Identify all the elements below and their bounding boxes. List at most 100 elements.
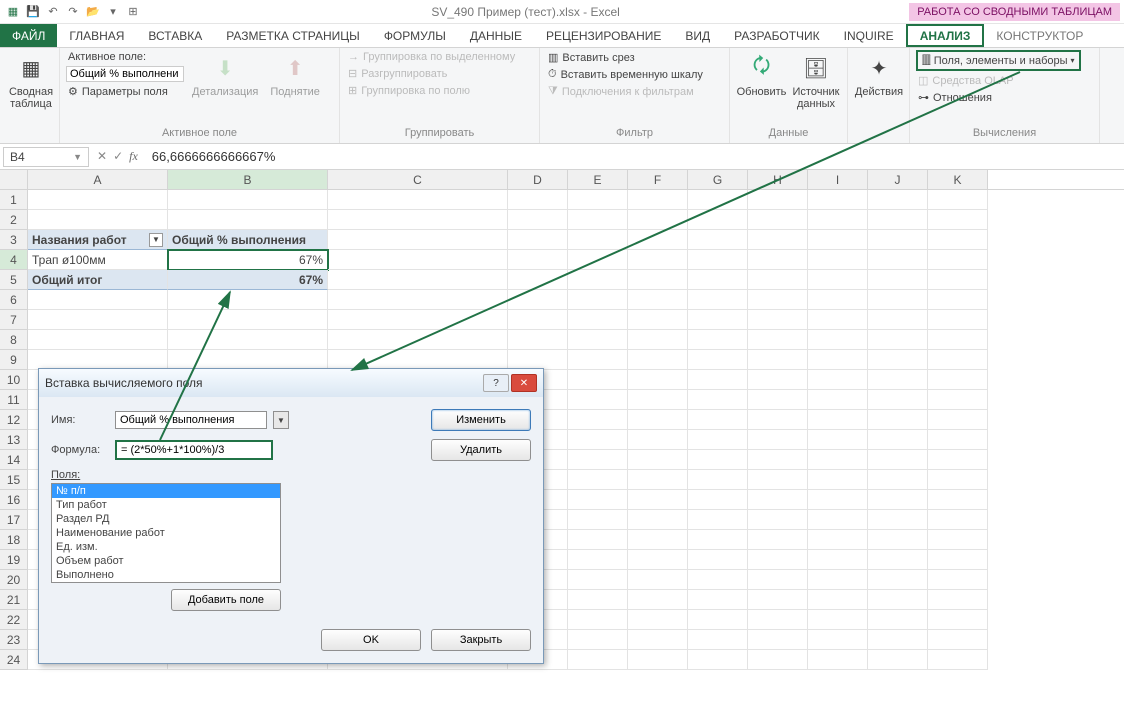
cell[interactable] xyxy=(808,630,868,650)
cell[interactable] xyxy=(568,510,628,530)
cell[interactable] xyxy=(748,410,808,430)
cell[interactable] xyxy=(748,550,808,570)
cell[interactable] xyxy=(568,190,628,210)
insert-timeline-button[interactable]: ⏱Вставить временную шкалу xyxy=(546,67,705,82)
tab-data[interactable]: ДАННЫЕ xyxy=(458,24,534,47)
cell[interactable] xyxy=(568,270,628,290)
cell[interactable] xyxy=(868,530,928,550)
undo-icon[interactable]: ↶ xyxy=(44,3,62,21)
cell[interactable] xyxy=(868,450,928,470)
row-header[interactable]: 22 xyxy=(0,610,28,630)
cell[interactable] xyxy=(748,210,808,230)
cell[interactable] xyxy=(868,550,928,570)
more-icon[interactable]: ▾ xyxy=(104,3,122,21)
cell[interactable] xyxy=(748,310,808,330)
cell[interactable] xyxy=(748,610,808,630)
fields-list[interactable]: № п/пТип работРаздел РДНаименование рабо… xyxy=(51,483,281,583)
cell[interactable] xyxy=(568,390,628,410)
cell[interactable] xyxy=(568,470,628,490)
help-button[interactable]: ? xyxy=(483,374,509,392)
col-header[interactable]: D xyxy=(508,170,568,189)
list-item[interactable]: № п/п xyxy=(52,484,280,498)
cell[interactable] xyxy=(868,230,928,250)
name-dropdown-icon[interactable]: ▼ xyxy=(273,411,289,429)
cell[interactable] xyxy=(748,250,808,270)
cell[interactable] xyxy=(748,650,808,670)
cell[interactable] xyxy=(928,490,988,510)
cell[interactable] xyxy=(568,630,628,650)
change-button[interactable]: Изменить xyxy=(431,409,531,431)
close-dialog-button[interactable]: Закрыть xyxy=(431,629,531,651)
cell[interactable] xyxy=(868,210,928,230)
cell[interactable] xyxy=(748,570,808,590)
row-header[interactable]: 15 xyxy=(0,470,28,490)
row-header[interactable]: 20 xyxy=(0,570,28,590)
cell[interactable] xyxy=(568,410,628,430)
cell[interactable] xyxy=(868,410,928,430)
row-header[interactable]: 5 xyxy=(0,270,28,290)
cell[interactable] xyxy=(28,210,168,230)
cell[interactable] xyxy=(868,590,928,610)
cell[interactable] xyxy=(628,470,688,490)
cell[interactable] xyxy=(568,490,628,510)
cell[interactable] xyxy=(868,370,928,390)
cell[interactable] xyxy=(748,190,808,210)
name-box[interactable]: B4▼ xyxy=(3,147,89,167)
fields-items-sets-button[interactable]: 🀫Поля, элементы и наборы▾ xyxy=(916,50,1081,71)
cell[interactable] xyxy=(628,550,688,570)
row-header[interactable]: 2 xyxy=(0,210,28,230)
list-item[interactable]: Тип работ xyxy=(52,498,280,512)
cell[interactable] xyxy=(808,650,868,670)
cell[interactable] xyxy=(808,610,868,630)
cell[interactable] xyxy=(928,310,988,330)
cell[interactable] xyxy=(28,330,168,350)
cell[interactable] xyxy=(808,410,868,430)
add-field-button[interactable]: Добавить поле xyxy=(171,589,281,611)
cell[interactable] xyxy=(328,190,508,210)
cell[interactable] xyxy=(928,430,988,450)
tab-analyze[interactable]: АНАЛИЗ xyxy=(906,24,985,47)
cell[interactable] xyxy=(328,210,508,230)
row-header[interactable]: 9 xyxy=(0,350,28,370)
cell[interactable] xyxy=(928,270,988,290)
cell[interactable] xyxy=(928,330,988,350)
tab-review[interactable]: РЕЦЕНЗИРОВАНИЕ xyxy=(534,24,673,47)
list-item[interactable]: Ед. изм. xyxy=(52,540,280,554)
cell[interactable] xyxy=(748,530,808,550)
cell[interactable] xyxy=(688,490,748,510)
refresh-button[interactable]: 🗘 Обновить xyxy=(736,50,787,100)
tab-file[interactable]: ФАЙЛ xyxy=(0,24,57,47)
cell[interactable] xyxy=(508,270,568,290)
close-button[interactable]: ✕ xyxy=(511,374,537,392)
cell[interactable]: 67% xyxy=(168,270,328,290)
col-header[interactable]: G xyxy=(688,170,748,189)
cell[interactable] xyxy=(748,290,808,310)
cell[interactable]: Общий итог xyxy=(28,270,168,290)
cell[interactable] xyxy=(688,510,748,530)
row-header[interactable]: 23 xyxy=(0,630,28,650)
row-header[interactable]: 12 xyxy=(0,410,28,430)
cell[interactable] xyxy=(688,330,748,350)
cell[interactable] xyxy=(868,430,928,450)
cell[interactable] xyxy=(568,370,628,390)
cell[interactable] xyxy=(868,310,928,330)
cell[interactable] xyxy=(808,230,868,250)
col-header[interactable]: E xyxy=(568,170,628,189)
cell[interactable] xyxy=(628,570,688,590)
cell[interactable] xyxy=(328,270,508,290)
cell[interactable] xyxy=(168,350,328,370)
cell[interactable] xyxy=(628,390,688,410)
cell[interactable] xyxy=(628,510,688,530)
cell[interactable] xyxy=(568,210,628,230)
cell[interactable] xyxy=(688,190,748,210)
cell[interactable] xyxy=(628,190,688,210)
cell[interactable] xyxy=(628,450,688,470)
cell[interactable] xyxy=(508,190,568,210)
cell[interactable] xyxy=(808,550,868,570)
row-header[interactable]: 10 xyxy=(0,370,28,390)
cell[interactable] xyxy=(688,410,748,430)
cell[interactable] xyxy=(508,250,568,270)
cell[interactable] xyxy=(928,550,988,570)
cell[interactable] xyxy=(688,210,748,230)
cell[interactable] xyxy=(868,490,928,510)
